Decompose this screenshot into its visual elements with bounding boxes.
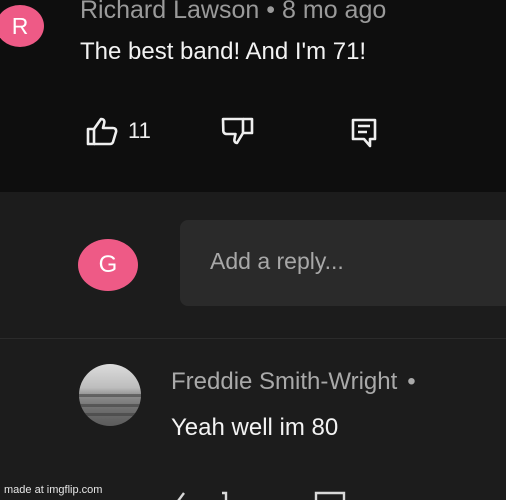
comment-icon — [351, 118, 377, 148]
header-separator: • — [266, 0, 276, 24]
imgflip-watermark: made at imgflip.com — [4, 484, 103, 496]
avatar-photo-detail — [79, 394, 141, 397]
avatar-photo-detail — [79, 413, 141, 416]
like-count: 11 — [128, 118, 151, 143]
current-user-avatar[interactable]: G — [78, 239, 138, 291]
reply-header: Freddie Smith-Wright • — [171, 368, 416, 396]
reply-header-separator: • — [407, 368, 416, 395]
thumbs-up-icon — [86, 117, 118, 146]
reply-input[interactable]: Add a reply... — [180, 220, 506, 306]
reply-button[interactable] — [350, 117, 378, 149]
divider — [0, 338, 506, 339]
comment-timestamp: 8 mo ago — [282, 0, 387, 24]
commenter-avatar[interactable]: R — [0, 5, 44, 47]
thumbs-down-icon — [221, 117, 254, 145]
reply-text: Yeah well im 80 — [171, 414, 339, 441]
comment-header: Richard Lawson • 8 mo ago — [80, 0, 386, 25]
avatar-photo-detail — [79, 404, 141, 407]
comments-screen: R Richard Lawson • 8 mo ago The best band!… — [0, 0, 506, 500]
comment-author[interactable]: Richard Lawson — [80, 0, 259, 24]
reply-input-placeholder: Add a reply... — [210, 248, 344, 274]
reply-author[interactable]: Freddie Smith-Wright — [171, 368, 397, 395]
replier-avatar[interactable] — [79, 364, 141, 426]
like-button[interactable]: 11 — [86, 116, 151, 146]
comment-text: The best band! And I'm 71! — [80, 38, 367, 65]
dislike-button[interactable] — [219, 116, 257, 146]
current-user-avatar-letter: G — [98, 251, 118, 278]
commenter-avatar-letter: R — [11, 12, 29, 39]
comment-card: R Richard Lawson • 8 mo ago The best band!… — [0, 0, 506, 192]
